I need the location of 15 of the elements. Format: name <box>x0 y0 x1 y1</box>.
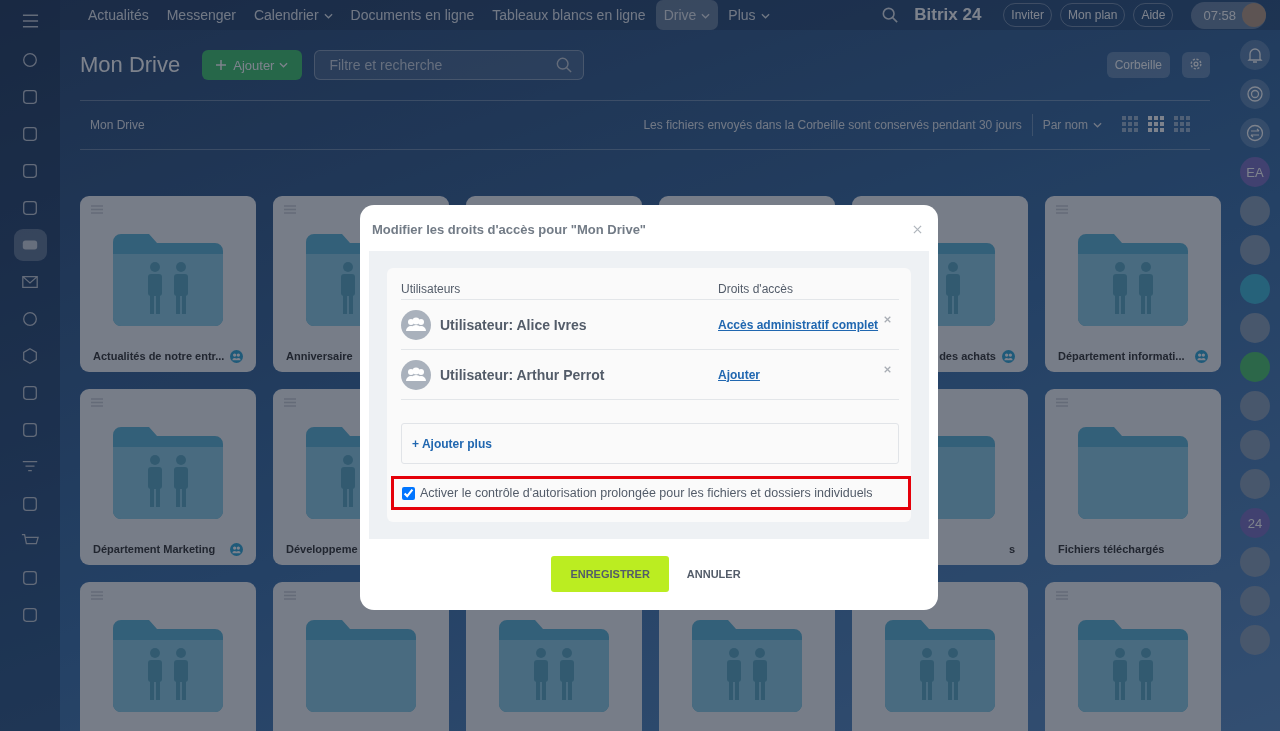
page-title: Mon Drive <box>80 52 181 78</box>
folder-name: Actualités de notre entr... <box>93 350 225 362</box>
user-name: Utilisateur: Alice Ivres <box>440 316 588 333</box>
folder-name: Département Marketing <box>93 543 217 555</box>
notice-text: Les fichiers envoyés dans la Corbeille sont conservés pendant 30 jours <box>643 118 1022 132</box>
folder-name: Département informati... <box>1058 350 1186 362</box>
folder-name: Développeme <box>286 543 359 555</box>
column-header: Droits d'accès <box>718 282 793 296</box>
dialog-title: Modifier les droits d'accès pour "Mon Drive" <box>372 221 647 237</box>
folder-name: Anniversaire <box>286 350 354 362</box>
folder-name: s <box>1007 543 1015 555</box>
user-name: Utilisateur: Arthur Perrot <box>440 366 606 383</box>
column-header: Utilisateurs <box>401 282 462 296</box>
folder-name: Fichiers téléchargés <box>1058 543 1166 555</box>
folder-name: des achats <box>938 350 996 362</box>
